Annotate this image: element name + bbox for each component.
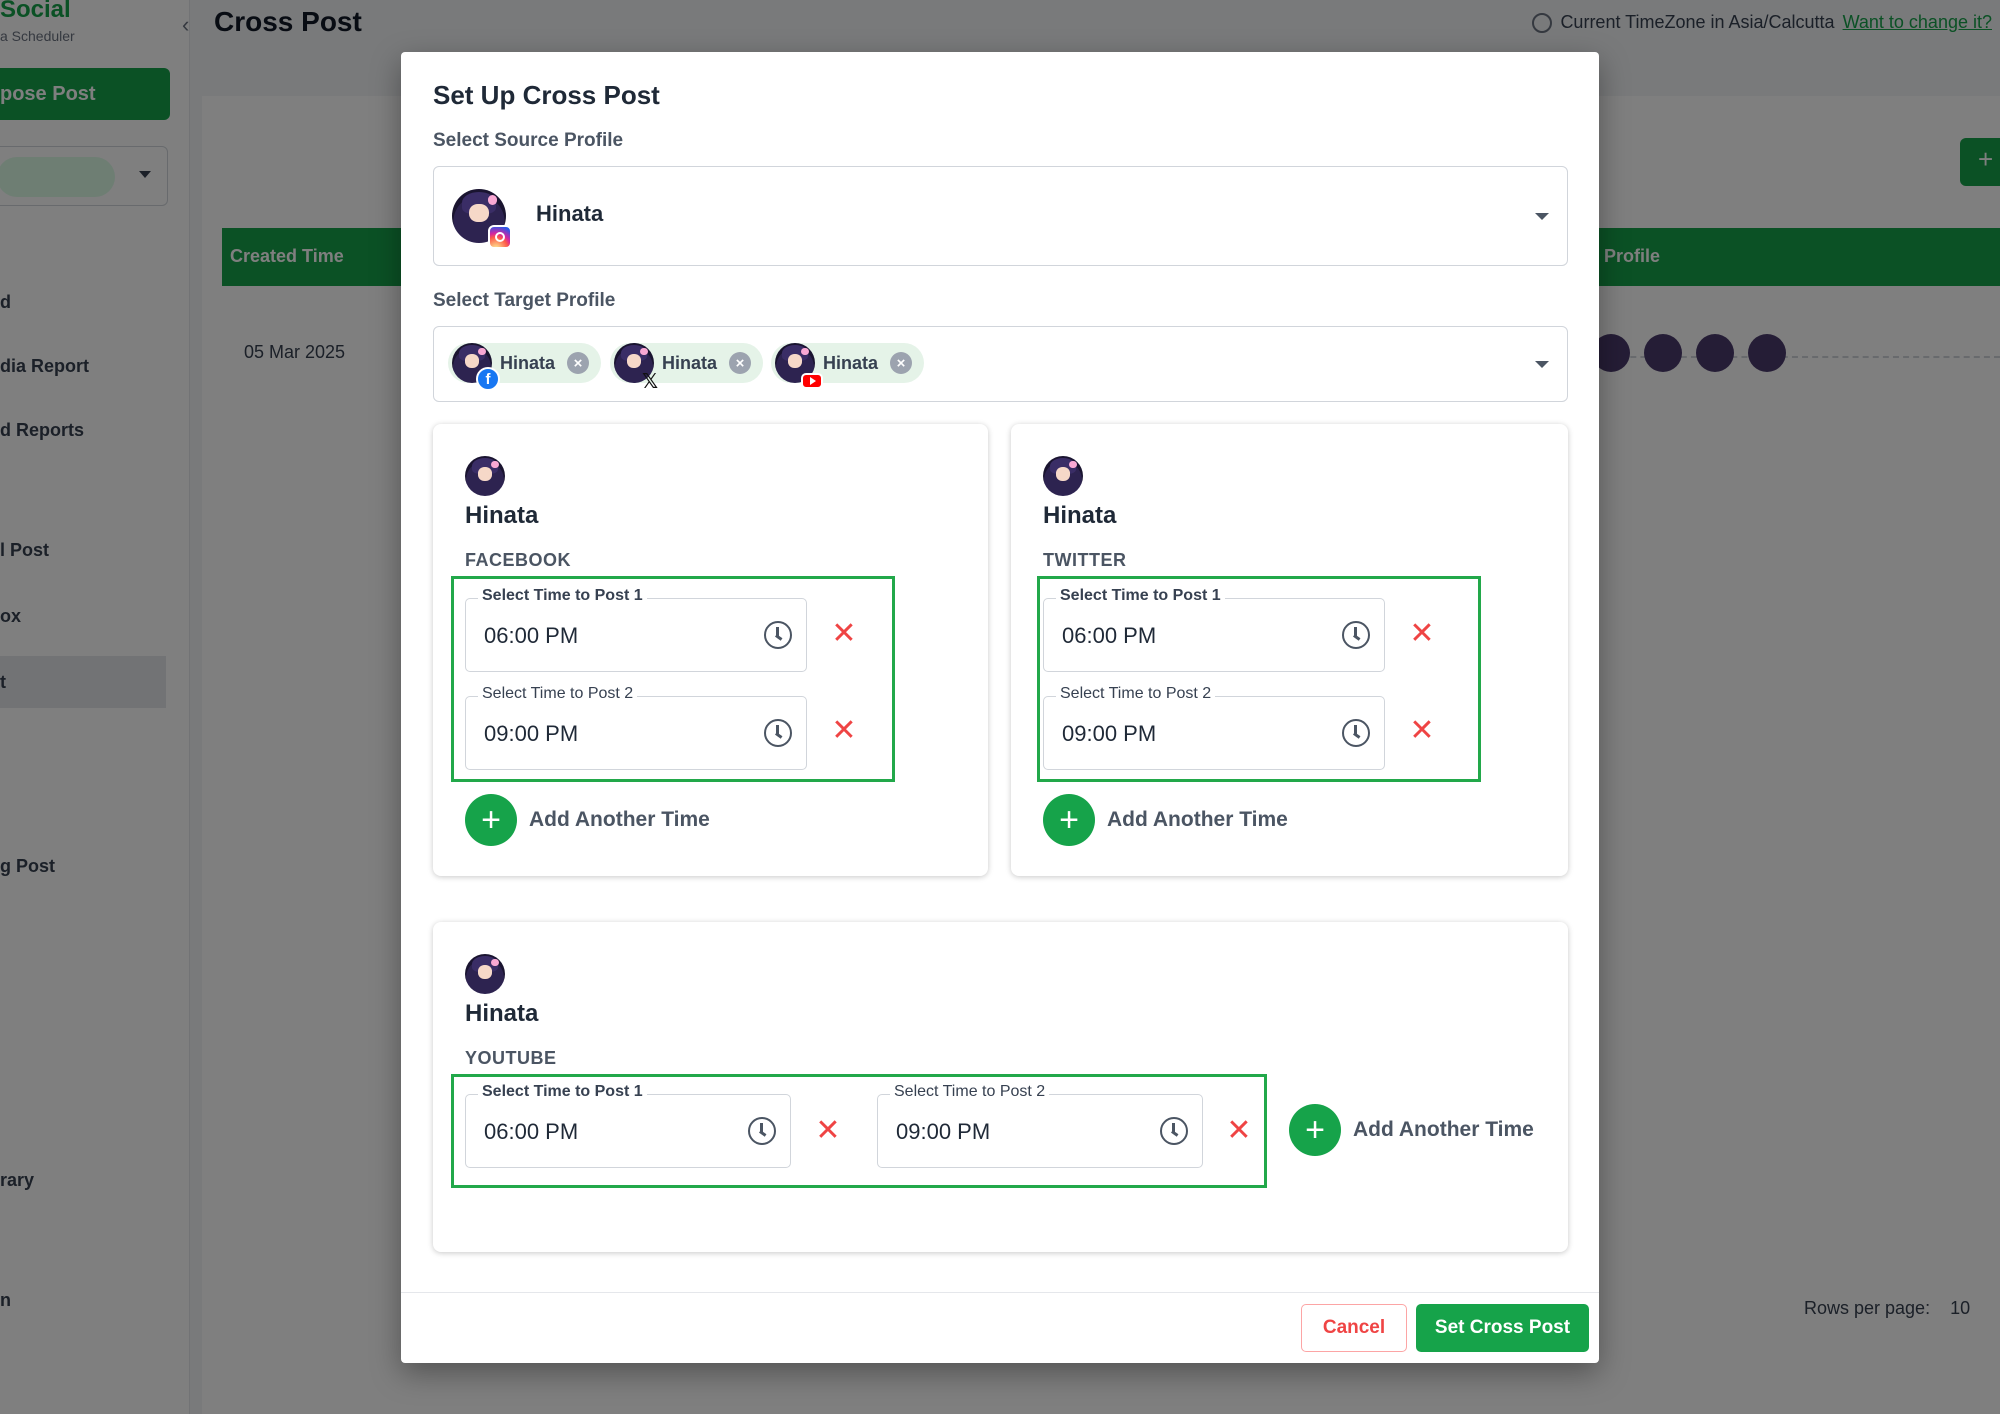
- chip-remove-icon[interactable]: ×: [729, 352, 752, 374]
- remove-time-button[interactable]: ✕: [1409, 619, 1435, 649]
- cancel-button[interactable]: Cancel: [1301, 1304, 1407, 1352]
- time-input-value: 09:00 PM: [1062, 721, 1157, 746]
- avatar: [452, 189, 512, 249]
- facebook-icon: f: [476, 367, 500, 391]
- time-input-label: Select Time to Post 2: [478, 685, 638, 703]
- avatar: f: [452, 343, 500, 391]
- card-profile-name: Hinata: [465, 502, 539, 529]
- add-another-time-button[interactable]: + Add Another Time: [1043, 794, 1288, 846]
- avatar: [775, 343, 823, 389]
- chip-remove-icon[interactable]: ×: [890, 352, 913, 374]
- time-input-value: 06:00 PM: [484, 623, 579, 648]
- clock-icon[interactable]: [764, 621, 792, 649]
- source-profile-name: Hinata: [536, 201, 604, 226]
- plus-icon: +: [1289, 1104, 1341, 1156]
- target-profile-label: Select Target Profile: [433, 290, 616, 311]
- avatar: [1043, 456, 1083, 496]
- chip-label: Hinata: [662, 352, 718, 373]
- card-platform-label: TWITTER: [1043, 550, 1127, 570]
- time-input-2[interactable]: Select Time to Post 2 09:00 PM: [1043, 685, 1385, 770]
- instagram-icon: [488, 225, 512, 249]
- time-input-value: 09:00 PM: [896, 1119, 991, 1144]
- remove-time-button[interactable]: ✕: [831, 716, 857, 746]
- set-cross-post-button[interactable]: Set Cross Post: [1416, 1304, 1589, 1352]
- modal-title: Set Up Cross Post: [433, 80, 660, 110]
- target-chip-facebook: f Hinata ×: [448, 343, 602, 391]
- avatar: 𝕏: [614, 343, 658, 393]
- time-input-value: 09:00 PM: [484, 721, 579, 746]
- modal-footer-divider: [401, 1292, 1599, 1293]
- chevron-down-icon: [1535, 213, 1549, 220]
- card-platform-label: FACEBOOK: [465, 550, 572, 570]
- time-input-label: Select Time to Post 2: [1056, 685, 1216, 703]
- add-another-time-button[interactable]: + Add Another Time: [1289, 1104, 1534, 1156]
- add-time-label: Add Another Time: [1353, 1118, 1534, 1141]
- time-input-1[interactable]: Select Time to Post 1 06:00 PM: [465, 587, 807, 672]
- time-input-value: 06:00 PM: [1062, 623, 1157, 648]
- time-input-value: 06:00 PM: [484, 1119, 579, 1144]
- chip-label: Hinata: [500, 352, 556, 373]
- clock-icon[interactable]: [764, 719, 792, 747]
- time-input-label: Select Time to Post 1: [478, 1083, 647, 1101]
- x-icon: 𝕏: [641, 370, 659, 393]
- remove-time-button[interactable]: ✕: [1226, 1116, 1252, 1146]
- time-input-1[interactable]: Select Time to Post 1 06:00 PM: [465, 1083, 791, 1168]
- source-profile-select[interactable]: Hinata: [433, 166, 1568, 266]
- schedule-card-youtube: Hinata YOUTUBE Select Time to Post 1 06:…: [433, 922, 1568, 1252]
- youtube-icon: [801, 373, 823, 389]
- remove-time-button[interactable]: ✕: [831, 619, 857, 649]
- chip-remove-icon[interactable]: ×: [567, 352, 590, 374]
- add-another-time-button[interactable]: + Add Another Time: [465, 794, 710, 846]
- schedule-card-facebook: Hinata FACEBOOK Select Time to Post 1 06…: [433, 424, 988, 876]
- chevron-down-icon: [1535, 361, 1549, 368]
- time-input-label: Select Time to Post 2: [890, 1083, 1050, 1101]
- card-profile-name: Hinata: [465, 1000, 539, 1027]
- cross-post-modal: Set Up Cross Post Select Source Profile …: [401, 52, 1599, 1363]
- plus-icon: +: [465, 794, 517, 846]
- remove-time-button[interactable]: ✕: [1409, 716, 1435, 746]
- plus-icon: +: [1043, 794, 1095, 846]
- schedule-card-twitter: Hinata TWITTER Select Time to Post 1 06:…: [1011, 424, 1568, 876]
- target-profile-select[interactable]: f Hinata × 𝕏 Hinata × Hinata ×: [433, 326, 1568, 402]
- time-input-2[interactable]: Select Time to Post 2 09:00 PM: [877, 1083, 1203, 1168]
- source-profile-label: Select Source Profile: [433, 130, 624, 151]
- clock-icon[interactable]: [1342, 621, 1370, 649]
- avatar: [465, 456, 505, 496]
- add-time-label: Add Another Time: [529, 808, 710, 831]
- clock-icon[interactable]: [1342, 719, 1370, 747]
- time-input-2[interactable]: Select Time to Post 2 09:00 PM: [465, 685, 807, 770]
- card-platform-label: YOUTUBE: [465, 1048, 557, 1068]
- card-profile-name: Hinata: [1043, 502, 1117, 529]
- clock-icon[interactable]: [748, 1117, 776, 1145]
- chip-label: Hinata: [823, 352, 879, 373]
- target-chip-youtube: Hinata ×: [771, 343, 925, 389]
- target-chip-x: 𝕏 Hinata ×: [610, 343, 764, 393]
- time-input-label: Select Time to Post 1: [1056, 587, 1225, 605]
- clock-icon[interactable]: [1160, 1117, 1188, 1145]
- add-time-label: Add Another Time: [1107, 808, 1288, 831]
- remove-time-button[interactable]: ✕: [815, 1116, 841, 1146]
- time-input-label: Select Time to Post 1: [478, 587, 647, 605]
- avatar: [465, 954, 505, 994]
- time-input-1[interactable]: Select Time to Post 1 06:00 PM: [1043, 587, 1385, 672]
